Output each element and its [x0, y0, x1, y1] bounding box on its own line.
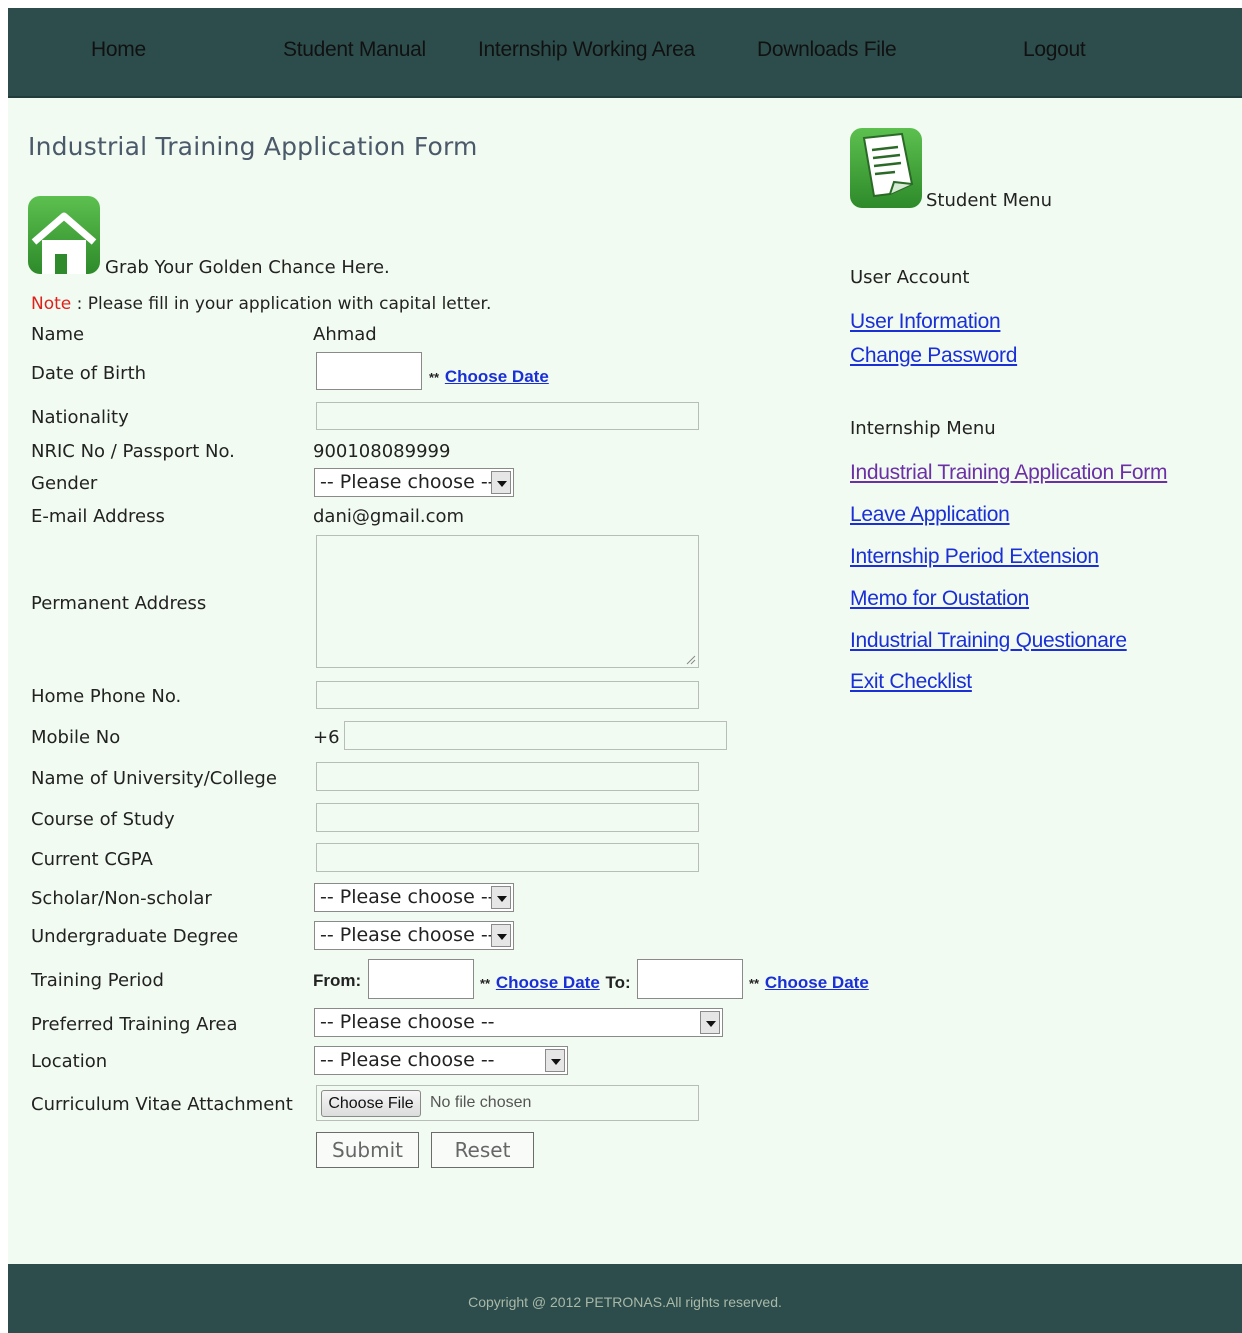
copyright-text: Copyright @ 2012 PETRONAS.All rights res…: [468, 1294, 782, 1310]
location-select-value: -- Please choose --: [320, 1049, 495, 1071]
resize-grip-icon[interactable]: [686, 655, 696, 665]
nav-downloads-file[interactable]: Downloads File: [757, 38, 897, 62]
home-icon: [28, 196, 100, 274]
chevron-down-icon: [491, 924, 511, 947]
gender-label: Gender: [31, 473, 98, 494]
to-choose-date: ** Choose Date: [749, 972, 869, 993]
dob-input[interactable]: [316, 352, 422, 390]
nav-home[interactable]: Home: [91, 38, 146, 62]
page-title: Industrial Training Application Form: [28, 132, 478, 161]
nric-label: NRIC No / Passport No.: [31, 441, 235, 462]
area-select-value: -- Please choose --: [320, 1011, 495, 1033]
chevron-down-icon: [700, 1011, 720, 1034]
cgpa-label: Current CGPA: [31, 849, 153, 870]
page-frame: Home Student Manual Internship Working A…: [8, 8, 1242, 1333]
nationality-label: Nationality: [31, 407, 129, 428]
reset-button[interactable]: Reset: [431, 1132, 534, 1168]
to-stars: **: [749, 976, 760, 991]
tagline: Grab Your Golden Chance Here.: [105, 257, 390, 278]
period-label: Training Period: [31, 970, 164, 991]
gender-select[interactable]: -- Please choose --: [314, 468, 514, 497]
file-status: No file chosen: [430, 1094, 532, 1111]
note-text: : Please fill in your application with c…: [71, 294, 492, 314]
dob-choose-date: ** Choose Date: [429, 366, 549, 387]
internship-menu-heading: Internship Menu: [850, 418, 996, 439]
email-label: E-mail Address: [31, 506, 165, 527]
mobile-prefix: +6: [313, 727, 340, 748]
scholar-select[interactable]: -- Please choose --: [314, 883, 514, 912]
sidebar-link-user-information[interactable]: User Information: [850, 310, 1001, 334]
degree-select-value: -- Please choose --: [320, 924, 495, 946]
from-stars: **: [480, 976, 491, 991]
cv-label: Curriculum Vitae Attachment: [31, 1094, 293, 1115]
choose-file-button[interactable]: Choose File: [321, 1090, 421, 1117]
from-choose-date-link[interactable]: Choose Date: [496, 973, 600, 992]
area-select[interactable]: -- Please choose --: [314, 1008, 723, 1037]
location-label: Location: [31, 1051, 108, 1072]
scholar-label: Scholar/Non-scholar: [31, 888, 212, 909]
course-input[interactable]: [316, 803, 699, 832]
sidebar-link-application-form[interactable]: Industrial Training Application Form: [850, 461, 1168, 485]
period-to-input[interactable]: [637, 959, 743, 999]
sidebar-link-leave-application[interactable]: Leave Application: [850, 503, 1010, 527]
chevron-down-icon: [491, 886, 511, 909]
submit-button[interactable]: Submit: [316, 1132, 419, 1168]
chevron-down-icon: [491, 471, 511, 494]
to-choose-date-link[interactable]: Choose Date: [765, 973, 869, 992]
degree-select[interactable]: -- Please choose --: [314, 921, 514, 950]
from-label: From:: [313, 971, 362, 990]
sidebar-title: Student Menu: [926, 190, 1052, 211]
cgpa-input[interactable]: [316, 843, 699, 872]
gender-select-value: -- Please choose --: [320, 471, 495, 493]
sidebar-link-period-extension[interactable]: Internship Period Extension: [850, 545, 1099, 569]
nationality-input[interactable]: [316, 402, 699, 430]
from-choose-date: ** Choose Date To:: [480, 972, 631, 993]
footer: Copyright @ 2012 PETRONAS.All rights res…: [8, 1264, 1242, 1333]
area-label: Preferred Training Area: [31, 1014, 238, 1035]
email-value: dani@gmail.com: [313, 506, 465, 527]
note-label: Note: [31, 294, 72, 314]
name-label: Name: [31, 324, 85, 345]
nav-internship-working-area[interactable]: Internship Working Area: [478, 38, 695, 62]
dob-stars: **: [429, 370, 440, 385]
sidebar-link-memo-oustation[interactable]: Memo for Oustation: [850, 587, 1029, 611]
sidebar-link-change-password[interactable]: Change Password: [850, 344, 1017, 368]
user-account-heading: User Account: [850, 267, 970, 288]
sidebar-link-exit-checklist[interactable]: Exit Checklist: [850, 670, 972, 694]
document-icon: [850, 128, 922, 208]
note: Note : Please fill in your application w…: [31, 294, 491, 314]
dob-label: Date of Birth: [31, 363, 147, 384]
period-from-input[interactable]: [368, 959, 474, 999]
to-label: To:: [605, 973, 631, 992]
mobile-input[interactable]: [344, 721, 727, 750]
degree-label: Undergraduate Degree: [31, 926, 239, 947]
chevron-down-icon: [545, 1049, 565, 1072]
course-label: Course of Study: [31, 809, 175, 830]
top-navigation-bar: Home Student Manual Internship Working A…: [8, 8, 1242, 98]
cv-file-input: Choose File No file chosen: [316, 1085, 699, 1121]
dob-choose-date-link[interactable]: Choose Date: [445, 367, 549, 386]
nav-student-manual[interactable]: Student Manual: [283, 38, 426, 62]
scholar-select-value: -- Please choose --: [320, 886, 495, 908]
home-phone-label: Home Phone No.: [31, 686, 182, 707]
sidebar-link-questionare[interactable]: Industrial Training Questionare: [850, 629, 1127, 653]
home-phone-input[interactable]: [316, 681, 699, 709]
address-label: Permanent Address: [31, 593, 207, 614]
university-input[interactable]: [316, 762, 699, 791]
name-value: Ahmad: [313, 324, 377, 345]
nav-logout[interactable]: Logout: [1023, 38, 1086, 62]
mobile-label: Mobile No: [31, 727, 121, 748]
nric-value: 900108089999: [313, 441, 451, 462]
location-select[interactable]: -- Please choose --: [314, 1046, 568, 1075]
address-textarea[interactable]: [316, 535, 699, 668]
university-label: Name of University/College: [31, 768, 277, 789]
